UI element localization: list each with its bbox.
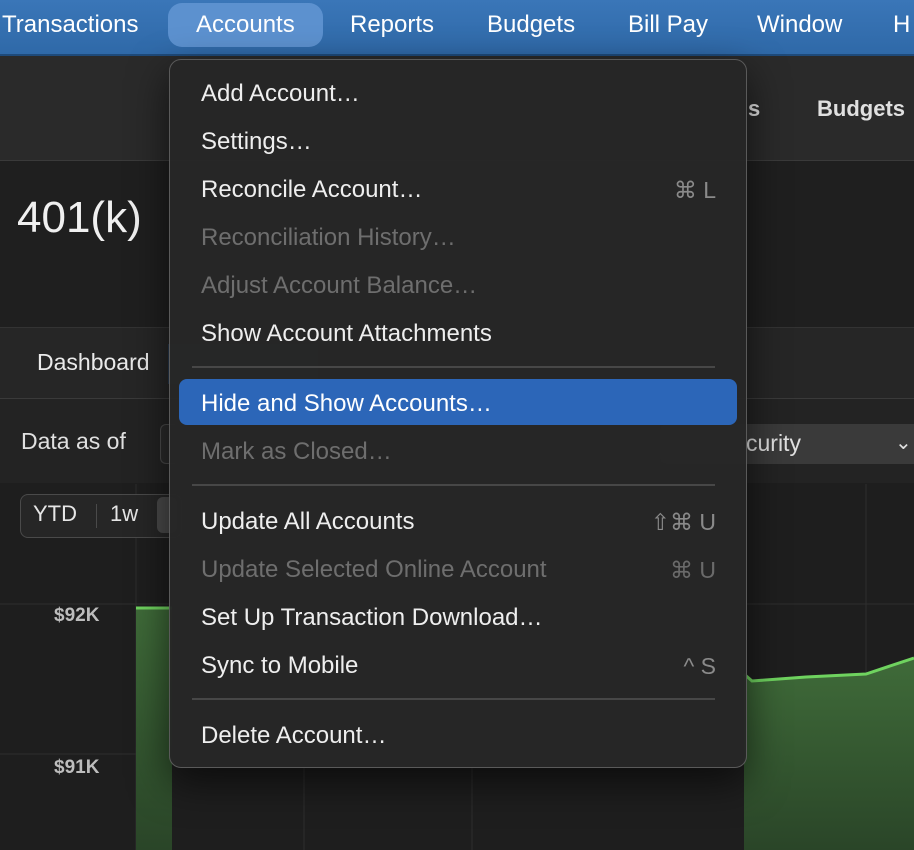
- accounts-menu: Add Account… Settings… Reconcile Account…: [169, 59, 747, 768]
- menubar: Transactions Accounts Reports Budgets Bi…: [0, 0, 914, 56]
- menu-item-adjust-balance: Adjust Account Balance…: [201, 272, 478, 299]
- segment-divider: [96, 504, 97, 528]
- menu-budgets[interactable]: Budgets: [487, 0, 575, 50]
- tab-dashboard[interactable]: Dashboard: [37, 349, 150, 376]
- menu-item-setup-download[interactable]: Set Up Transaction Download…: [201, 604, 543, 632]
- range-1w-button[interactable]: 1w: [110, 501, 138, 527]
- menu-item-show-attachments[interactable]: Show Account Attachments: [201, 320, 492, 348]
- chart-area-fill: [136, 608, 172, 850]
- menu-help[interactable]: H: [893, 0, 910, 50]
- menu-item-reconciliation-history: Reconciliation History…: [201, 224, 456, 251]
- menu-item-add-account[interactable]: Add Account…: [201, 80, 360, 108]
- y-tick-label: $92K: [54, 605, 100, 626]
- menu-bill-pay[interactable]: Bill Pay: [628, 0, 708, 50]
- security-select-label: curity: [746, 430, 801, 456]
- menu-item-sync-mobile[interactable]: Sync to Mobile: [201, 652, 358, 680]
- menu-window[interactable]: Window: [757, 0, 842, 50]
- shortcut-reconcile: ⌘ L: [673, 177, 716, 203]
- toolbar-reports-label[interactable]: s: [748, 96, 760, 122]
- toolbar-budgets-label[interactable]: Budgets: [817, 96, 905, 122]
- chevron-down-icon: ⌄: [895, 432, 912, 454]
- menu-item-hide-show-accounts[interactable]: Hide and Show Accounts…: [201, 390, 492, 418]
- menu-item-mark-closed: Mark as Closed…: [201, 438, 392, 465]
- shortcut-update-selected: ⌘ U: [670, 557, 716, 583]
- menu-item-update-all[interactable]: Update All Accounts: [201, 508, 414, 536]
- y-tick-label: $91K: [54, 757, 100, 778]
- account-title: 401(k): [17, 193, 142, 242]
- menu-separator: [192, 484, 715, 486]
- menu-reports[interactable]: Reports: [350, 0, 434, 50]
- menu-separator: [192, 366, 715, 368]
- chart-area-fill: [744, 658, 914, 850]
- menu-item-delete-account[interactable]: Delete Account…: [201, 722, 386, 750]
- data-as-of-label: Data as of: [21, 428, 126, 454]
- menu-item-reconcile-account[interactable]: Reconcile Account…: [201, 176, 422, 204]
- menu-accounts[interactable]: Accounts: [168, 3, 323, 47]
- shortcut-sync-mobile: ^ S: [683, 653, 716, 679]
- range-ytd-button[interactable]: YTD: [33, 501, 77, 527]
- menu-separator: [192, 698, 715, 700]
- menu-item-update-selected: Update Selected Online Account: [201, 556, 547, 583]
- shortcut-update-all: ⇧⌘ U: [650, 509, 716, 535]
- menu-item-settings[interactable]: Settings…: [201, 128, 312, 156]
- menu-transactions[interactable]: Transactions: [2, 0, 139, 50]
